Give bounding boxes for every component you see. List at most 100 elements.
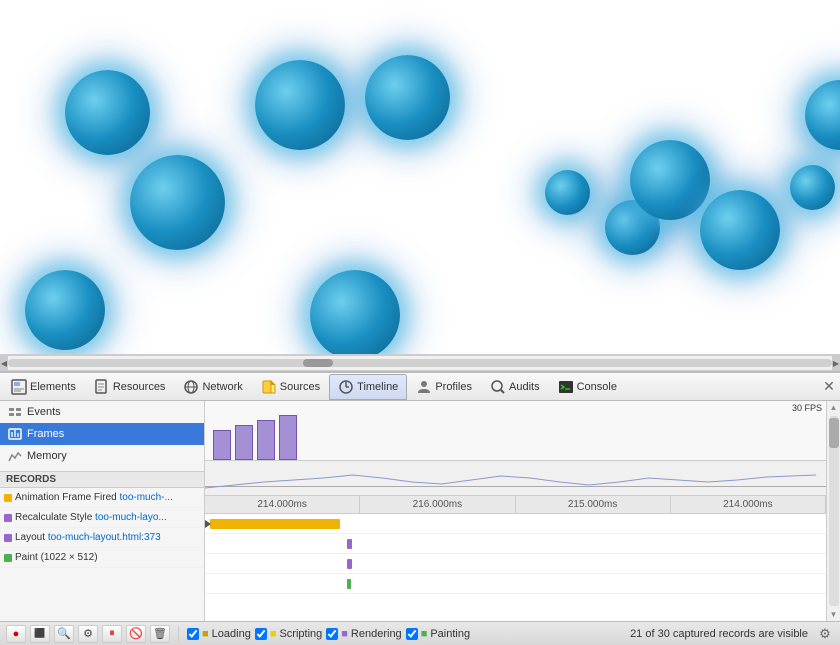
scroll-thumb-vertical[interactable] <box>829 418 839 448</box>
resources-icon <box>94 379 110 395</box>
tab-console[interactable]: Console <box>549 374 626 400</box>
bubble-12 <box>790 165 835 210</box>
horizontal-scrollbar[interactable]: ◀ ▶ <box>0 355 840 371</box>
sidebar-item-events[interactable]: Events <box>0 401 204 423</box>
filter-loading[interactable]: ■ Loading <box>187 628 251 640</box>
timeline-bar-0 <box>210 519 340 529</box>
separator <box>178 626 179 642</box>
tcol-4: 214.000ms <box>671 496 826 513</box>
frames-area[interactable]: 30 FPS <box>205 401 826 461</box>
scroll-left-arrow[interactable]: ◀ <box>0 355 8 371</box>
tab-profiles[interactable]: Profiles <box>407 374 481 400</box>
filter-rendering-checkbox[interactable] <box>326 628 338 640</box>
scroll-up-arrow[interactable]: ▲ <box>828 401 840 414</box>
bubble-1 <box>65 70 150 155</box>
timeline-row-0 <box>205 514 826 534</box>
tab-sources-label: Sources <box>280 381 320 393</box>
filter-scripting-checkbox[interactable] <box>255 628 267 640</box>
sidebar-events-label: Events <box>27 406 61 418</box>
filter-painting-dot: ■ <box>421 628 428 640</box>
status-text: 21 of 30 captured records are visible <box>630 628 808 640</box>
timeline-row-2 <box>205 554 826 574</box>
filter-loading-dot: ■ <box>202 628 209 640</box>
tab-elements-label: Elements <box>30 381 76 393</box>
memory-sidebar-icon <box>8 449 22 463</box>
tcol-1: 214.000ms <box>205 496 360 513</box>
search-button[interactable]: 🔍 <box>54 625 74 643</box>
filter-painting[interactable]: ■ Painting <box>406 628 470 640</box>
devtools-timeline-main: 30 FPS 214.000ms 216.000ms 215.000ms 214… <box>205 401 826 621</box>
timeline-bar-2 <box>347 559 352 569</box>
sidebar-item-memory[interactable]: Memory <box>0 445 204 467</box>
scroll-track[interactable] <box>8 359 832 367</box>
frames-sidebar-icon <box>8 427 22 441</box>
prohibit-button[interactable]: 🚫 <box>126 625 146 643</box>
sidebar-item-frames[interactable]: Frames <box>0 423 204 445</box>
tab-profiles-label: Profiles <box>435 381 472 393</box>
bubble-11 <box>805 80 840 150</box>
tab-timeline-label: Timeline <box>357 381 398 393</box>
tab-sources[interactable]: Sources <box>252 374 329 400</box>
filter-rendering[interactable]: ■ Rendering <box>326 628 401 640</box>
filter-scripting-label: Scripting <box>279 628 322 640</box>
record-row-0: Animation Frame Fired too-much-... <box>0 488 204 508</box>
scroll-right-arrow[interactable]: ▶ <box>832 355 840 371</box>
settings-gear-button[interactable]: ⚙ <box>816 625 834 643</box>
tab-resources-label: Resources <box>113 381 166 393</box>
devtools-toolbar: Elements Resources Network Sources Timel… <box>0 373 840 401</box>
filter-loading-checkbox[interactable] <box>187 628 199 640</box>
tab-audits[interactable]: Audits <box>481 374 549 400</box>
tab-elements[interactable]: Elements <box>2 374 85 400</box>
devtools-close-button[interactable]: ✕ <box>820 378 838 396</box>
frame-bar-2 <box>257 420 275 460</box>
tab-timeline[interactable]: Timeline <box>329 374 407 400</box>
sidebar-frames-label: Frames <box>27 428 64 440</box>
network-icon <box>183 379 199 395</box>
timeline-row-1 <box>205 534 826 554</box>
fps-label: 30 FPS <box>792 403 822 413</box>
devtools-panel: Elements Resources Network Sources Timel… <box>0 371 840 645</box>
record-button[interactable]: ● <box>6 625 26 643</box>
clear-button[interactable]: ⬛ <box>30 625 50 643</box>
bubble-10 <box>700 190 780 270</box>
devtools-body: Events Frames Memory RECORDS Animation F <box>0 401 840 621</box>
tab-audits-label: Audits <box>509 381 540 393</box>
devtools-sidebar: Events Frames Memory RECORDS Animation F <box>0 401 205 621</box>
tab-network[interactable]: Network <box>174 374 251 400</box>
filter-rendering-dot: ■ <box>341 628 348 640</box>
filter-scripting-dot: ■ <box>270 628 277 640</box>
frame-bar-1 <box>235 425 253 460</box>
events-sidebar-icon <box>8 405 22 419</box>
records-timeline <box>205 514 826 621</box>
devtools-statusbar: ● ⬛ 🔍 ⚙ ⏸ 🚫 🗑 ■ Loading ■ Scripting ■ Re… <box>0 621 840 645</box>
filter-painting-checkbox[interactable] <box>406 628 418 640</box>
tcol-3: 215.000ms <box>516 496 671 513</box>
records-header: RECORDS <box>0 472 204 488</box>
records-list: Animation Frame Fired too-much-...Recalc… <box>0 488 204 568</box>
tab-console-label: Console <box>577 381 617 393</box>
audits-icon <box>490 379 506 395</box>
tab-network-label: Network <box>202 381 242 393</box>
profiles-icon <box>416 379 432 395</box>
tab-resources[interactable]: Resources <box>85 374 175 400</box>
bubble-5 <box>365 55 450 140</box>
filter-button[interactable]: ⚙ <box>78 625 98 643</box>
trash-button[interactable]: 🗑 <box>150 625 170 643</box>
scroll-track-vertical[interactable] <box>829 416 839 606</box>
filter-loading-label: Loading <box>212 628 251 640</box>
filter-painting-label: Painting <box>430 628 470 640</box>
timeline-row-3 <box>205 574 826 594</box>
record-row-2: Layout too-much-layout.html:373 <box>0 528 204 548</box>
right-scrollbar[interactable]: ▲ ▼ <box>826 401 840 621</box>
scroll-thumb[interactable] <box>303 359 333 367</box>
timeline-icon <box>338 379 354 395</box>
record-row-3: Paint (1022 × 512) <box>0 548 204 568</box>
stop-button[interactable]: ⏸ <box>102 625 122 643</box>
bubble-6 <box>310 270 400 355</box>
frame-bar-0 <box>213 430 231 460</box>
sources-icon <box>261 379 277 395</box>
bubble-2 <box>130 155 225 250</box>
timeline-bar-1 <box>347 539 352 549</box>
console-icon <box>558 379 574 395</box>
filter-scripting[interactable]: ■ Scripting <box>255 628 322 640</box>
